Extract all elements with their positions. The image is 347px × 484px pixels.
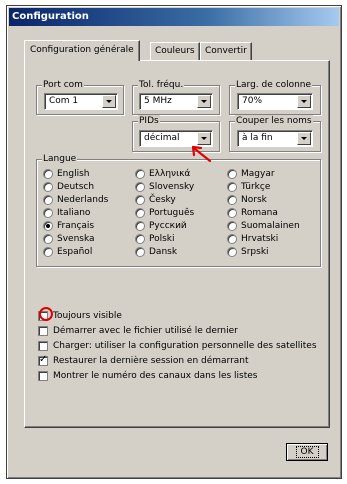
langue-option-label: Ελληνικά [149,169,191,179]
tab-couleurs[interactable]: Couleurs [150,42,200,60]
tol-frequ-select[interactable]: 5 MHz [139,93,213,110]
radio-button[interactable] [43,234,53,244]
window-title: Configuration [12,11,89,22]
larg-colonne-dropdown-button[interactable] [297,95,311,108]
couper-noms-dropdown-button[interactable] [297,132,311,145]
radio-button[interactable] [135,247,145,257]
pids-label: PIDs [138,115,160,127]
radio-button[interactable] [227,221,237,231]
tab-configuration-generale[interactable]: Configuration générale [24,40,140,61]
langue-label: Langue [42,153,78,165]
larg-colonne-value: 70% [242,96,263,106]
langue-option-label: Deutsch [57,182,95,192]
radio-button[interactable] [43,195,53,205]
option-label: Charger: utiliser la configuration perso… [53,341,317,351]
chevron-down-icon [201,100,207,103]
port-com-dropdown-button[interactable] [102,95,116,108]
radio-button[interactable] [135,221,145,231]
radio-button[interactable] [135,182,145,192]
checkbox[interactable] [38,354,48,366]
option-label: Montrer le numéro des canaux dans les li… [53,371,258,381]
langue-option-label: Русский [149,221,187,231]
pids-value: décimal [144,133,180,143]
langue-option-label: Slovensky [149,182,195,192]
radio-button[interactable] [43,247,53,257]
radio-button[interactable] [227,169,237,179]
chevron-down-icon [106,100,112,103]
radio-button[interactable] [135,195,145,205]
option-label: Restaurer la dernière session en démarra… [53,356,249,366]
larg-colonne-label: Larg. de colonne [235,79,313,91]
radio-button[interactable] [43,182,53,192]
radio-button[interactable] [227,234,237,244]
option-label: Toujours visible [53,311,122,321]
chevron-down-icon [301,100,307,103]
radio-button[interactable] [43,221,53,231]
radio-button[interactable] [135,208,145,218]
chevron-down-icon [201,137,207,140]
langue-option-label: Español [57,247,93,257]
langue-option-label: Polski [149,234,175,244]
title-bar[interactable]: Configuration [9,8,339,26]
couper-noms-label: Couper les noms [235,115,313,127]
option-label: Démarrer avec le fichier utilisé le dern… [53,326,238,336]
langue-option-label: Romana [241,208,278,218]
langue-option-label: Türkçe [241,182,271,192]
port-com-select[interactable]: Com 1 [44,93,118,110]
annotation-arrow-icon [191,145,212,163]
langue-option-label: Česky [149,195,176,205]
tol-frequ-dropdown-button[interactable] [197,95,211,108]
radio-button[interactable] [227,208,237,218]
chevron-down-icon [301,137,307,140]
checkbox[interactable] [38,326,48,336]
langue-option-label: Norsk [241,195,267,205]
tab-convertir[interactable]: Convertir [200,42,252,60]
langue-option-label: Suomalainen [241,221,300,231]
port-com-value: Com 1 [49,96,79,106]
radio-button[interactable] [227,195,237,205]
langue-option-label: Nederlands [57,195,109,205]
tol-frequ-value: 5 MHz [144,96,172,106]
radio-button[interactable] [135,234,145,244]
langue-option-label: Français [57,221,95,231]
annotation-circle [39,307,53,321]
couper-noms-value: à la fin [242,133,273,143]
langue-option-label: Hrvatski [241,234,279,244]
radio-button[interactable] [227,182,237,192]
ok-button[interactable]: OK [286,443,328,461]
langue-option-label: Svenska [57,234,95,244]
checkbox[interactable] [38,371,48,381]
langue-option-label: Srpski [241,247,269,257]
langue-option-label: Magyar [241,169,275,179]
tol-frequ-label: Tol. fréqu. [138,79,185,91]
langue-option-label: Italiano [57,208,91,218]
langue-option-label: Português [149,208,195,218]
radio-button[interactable] [227,247,237,257]
couper-noms-select[interactable]: à la fin [237,130,313,147]
ok-label: OK [295,446,319,458]
radio-button[interactable] [43,208,53,218]
larg-colonne-select[interactable]: 70% [237,93,313,110]
checkbox[interactable] [38,341,48,351]
port-com-label: Port com [42,79,84,91]
radio-button[interactable] [135,169,145,179]
langue-option-label: Dansk [149,247,178,257]
radio-button[interactable] [43,169,53,179]
langue-option-label: English [57,169,90,179]
